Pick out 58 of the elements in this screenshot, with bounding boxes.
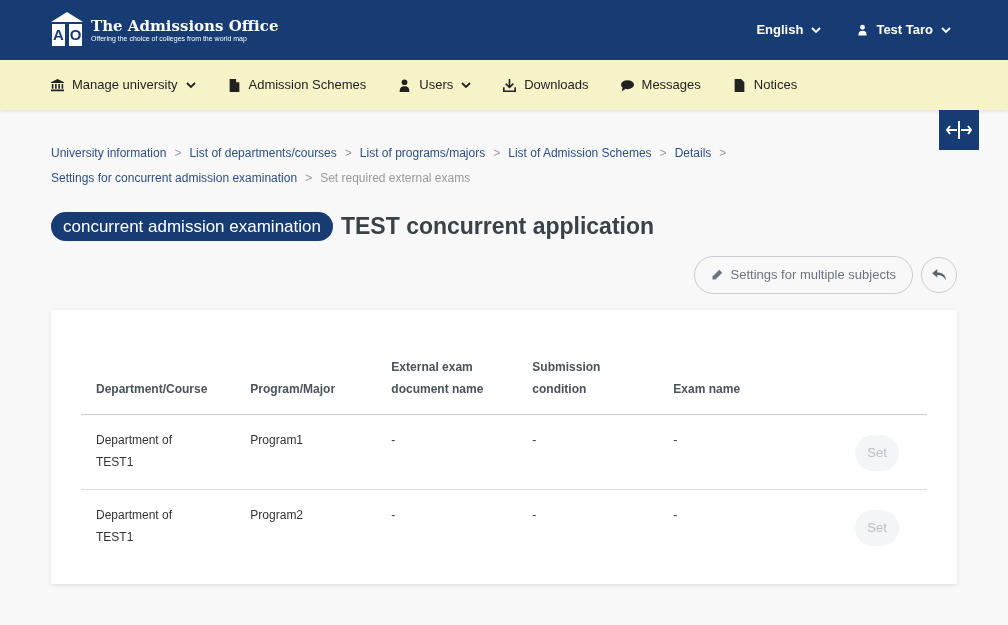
download-icon — [503, 78, 517, 92]
table-cell: - — [658, 489, 809, 564]
table-cell: Program2 — [235, 489, 377, 564]
caret-icon — [185, 81, 196, 89]
nav-item[interactable]: Admission Schemes — [227, 75, 367, 95]
multiple-subjects-button[interactable]: Settings for multiple subjects — [693, 255, 913, 294]
column-header: Submission condition — [517, 347, 659, 414]
breadcrumb-separator: > — [305, 170, 313, 187]
roof-icon — [51, 12, 83, 23]
breadcrumb-separator: > — [174, 145, 182, 162]
column-header: Exam name — [658, 347, 809, 414]
file-icon — [227, 78, 241, 92]
breadcrumb-separator: > — [659, 145, 667, 162]
breadcrumb-link[interactable]: Settings for concurrent admission examination — [51, 169, 298, 187]
caret-icon — [461, 81, 472, 89]
expand-button[interactable] — [939, 110, 979, 150]
page-title: TEST concurrent application — [340, 212, 655, 241]
breadcrumb-separator: > — [344, 145, 352, 162]
logo-title: The Admissions Office — [91, 18, 279, 35]
table-cell: - — [376, 414, 518, 489]
category-badge: concurrent admission examination — [51, 211, 333, 241]
nav-item[interactable]: Messages — [620, 75, 701, 95]
chat-icon — [620, 78, 634, 92]
table-cell: Program1 — [235, 414, 377, 489]
logo-mark[interactable]: A O — [51, 12, 83, 48]
caret-icon — [811, 26, 822, 34]
breadcrumb-separator: > — [719, 145, 727, 162]
breadcrumb-separator: > — [493, 145, 501, 162]
user-icon — [857, 24, 869, 36]
breadcrumb-link[interactable]: List of programs/majors — [359, 144, 486, 162]
expand-icon — [946, 120, 972, 140]
nav-item[interactable]: Users — [398, 75, 472, 95]
column-header: Department/Course — [81, 347, 236, 414]
column-header: Program/Major — [235, 347, 377, 414]
pencil-icon — [710, 268, 723, 281]
breadcrumb-link[interactable]: List of Admission Schemes — [508, 144, 652, 162]
nav-item[interactable]: Downloads — [503, 75, 589, 95]
caret-icon — [941, 26, 951, 34]
breadcrumb-link[interactable]: Details — [674, 144, 712, 162]
table-cell: Department of TEST1 — [81, 489, 236, 564]
bank-icon — [51, 78, 64, 92]
table-cell: - — [658, 414, 809, 489]
reply-icon — [932, 268, 946, 281]
table-cell: - — [376, 489, 518, 564]
breadcrumb-link[interactable]: University information — [51, 144, 167, 162]
user-menu[interactable]: Test Taro — [851, 19, 957, 41]
nav-item[interactable]: Notices — [732, 75, 798, 95]
table-cell: Department of TEST1 — [81, 414, 236, 489]
user-icon — [398, 78, 412, 92]
table-cell: - — [517, 414, 659, 489]
document-icon — [732, 78, 746, 92]
breadcrumb-link[interactable]: List of departments/courses — [189, 144, 337, 162]
table-cell: - — [517, 489, 659, 564]
nav-item[interactable]: Manage university — [51, 75, 196, 95]
column-header: External exam document name — [376, 347, 518, 414]
back-button[interactable] — [921, 256, 957, 293]
language-menu[interactable]: English — [750, 19, 828, 41]
breadcrumb-current: Set required external exams — [320, 170, 471, 187]
